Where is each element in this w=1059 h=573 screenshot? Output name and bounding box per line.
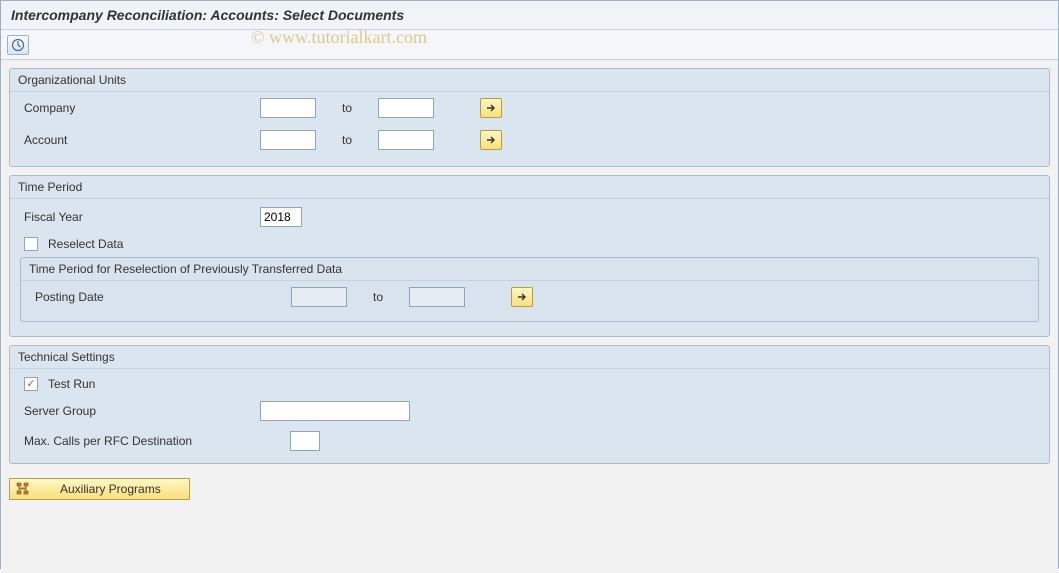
company-to-input[interactable] [378, 98, 434, 118]
account-from-input[interactable] [260, 130, 316, 150]
account-to-input[interactable] [378, 130, 434, 150]
row-posting-date: Posting Date to [21, 281, 1038, 313]
aux-button-label: Auxiliary Programs [60, 482, 161, 496]
arrow-right-icon [486, 135, 496, 145]
groupbox-title-org: Organizational Units [10, 69, 1049, 92]
max-calls-input[interactable] [290, 431, 320, 451]
toolbar [1, 30, 1058, 60]
label-posting-to: to [353, 290, 403, 304]
label-fiscal-year: Fiscal Year [24, 210, 254, 224]
page-title: Intercompany Reconciliation: Accounts: S… [1, 1, 1058, 30]
test-run-checkbox[interactable] [24, 377, 38, 391]
arrow-right-icon [517, 292, 527, 302]
row-company: Company to [10, 92, 1049, 124]
label-company: Company [24, 101, 254, 115]
label-posting-date: Posting Date [35, 290, 285, 304]
row-reselect: Reselect Data [10, 229, 1049, 253]
label-test-run: Test Run [48, 377, 95, 391]
reselect-checkbox[interactable] [24, 237, 38, 251]
label-company-to: to [322, 101, 372, 115]
arrow-right-icon [486, 103, 496, 113]
company-from-input[interactable] [260, 98, 316, 118]
groupbox-tech-settings: Technical Settings Test Run Server Group… [9, 345, 1050, 464]
label-max-calls: Max. Calls per RFC Destination [24, 434, 284, 448]
row-account: Account to [10, 124, 1049, 156]
posting-date-from-input[interactable] [291, 287, 347, 307]
groupbox-org-units: Organizational Units Company to Account … [9, 68, 1050, 167]
label-reselect: Reselect Data [48, 237, 123, 251]
row-server-group: Server Group [10, 393, 1049, 423]
groupbox-title-time: Time Period [10, 176, 1049, 199]
execute-icon [11, 38, 25, 52]
multiselect-posting-button[interactable] [511, 287, 533, 307]
fiscal-year-input[interactable] [260, 207, 302, 227]
server-group-input[interactable] [260, 401, 410, 421]
label-server-group: Server Group [24, 404, 254, 418]
posting-date-to-input[interactable] [409, 287, 465, 307]
multiselect-company-button[interactable] [480, 98, 502, 118]
multiselect-account-button[interactable] [480, 130, 502, 150]
auxiliary-programs-button[interactable]: Auxiliary Programs [9, 478, 190, 500]
row-max-calls: Max. Calls per RFC Destination [10, 423, 1049, 453]
row-test-run: Test Run [10, 369, 1049, 393]
tree-icon [14, 480, 32, 498]
nested-group-reselection: Time Period for Reselection of Previousl… [20, 257, 1039, 322]
execute-button[interactable] [7, 35, 29, 55]
label-account: Account [24, 133, 254, 147]
nested-title: Time Period for Reselection of Previousl… [21, 258, 1038, 281]
groupbox-title-tech: Technical Settings [10, 346, 1049, 369]
label-account-to: to [322, 133, 372, 147]
row-fiscal-year: Fiscal Year [10, 199, 1049, 229]
content-area: Organizational Units Company to Account … [1, 60, 1058, 573]
groupbox-time-period: Time Period Fiscal Year Reselect Data Ti… [9, 175, 1050, 337]
